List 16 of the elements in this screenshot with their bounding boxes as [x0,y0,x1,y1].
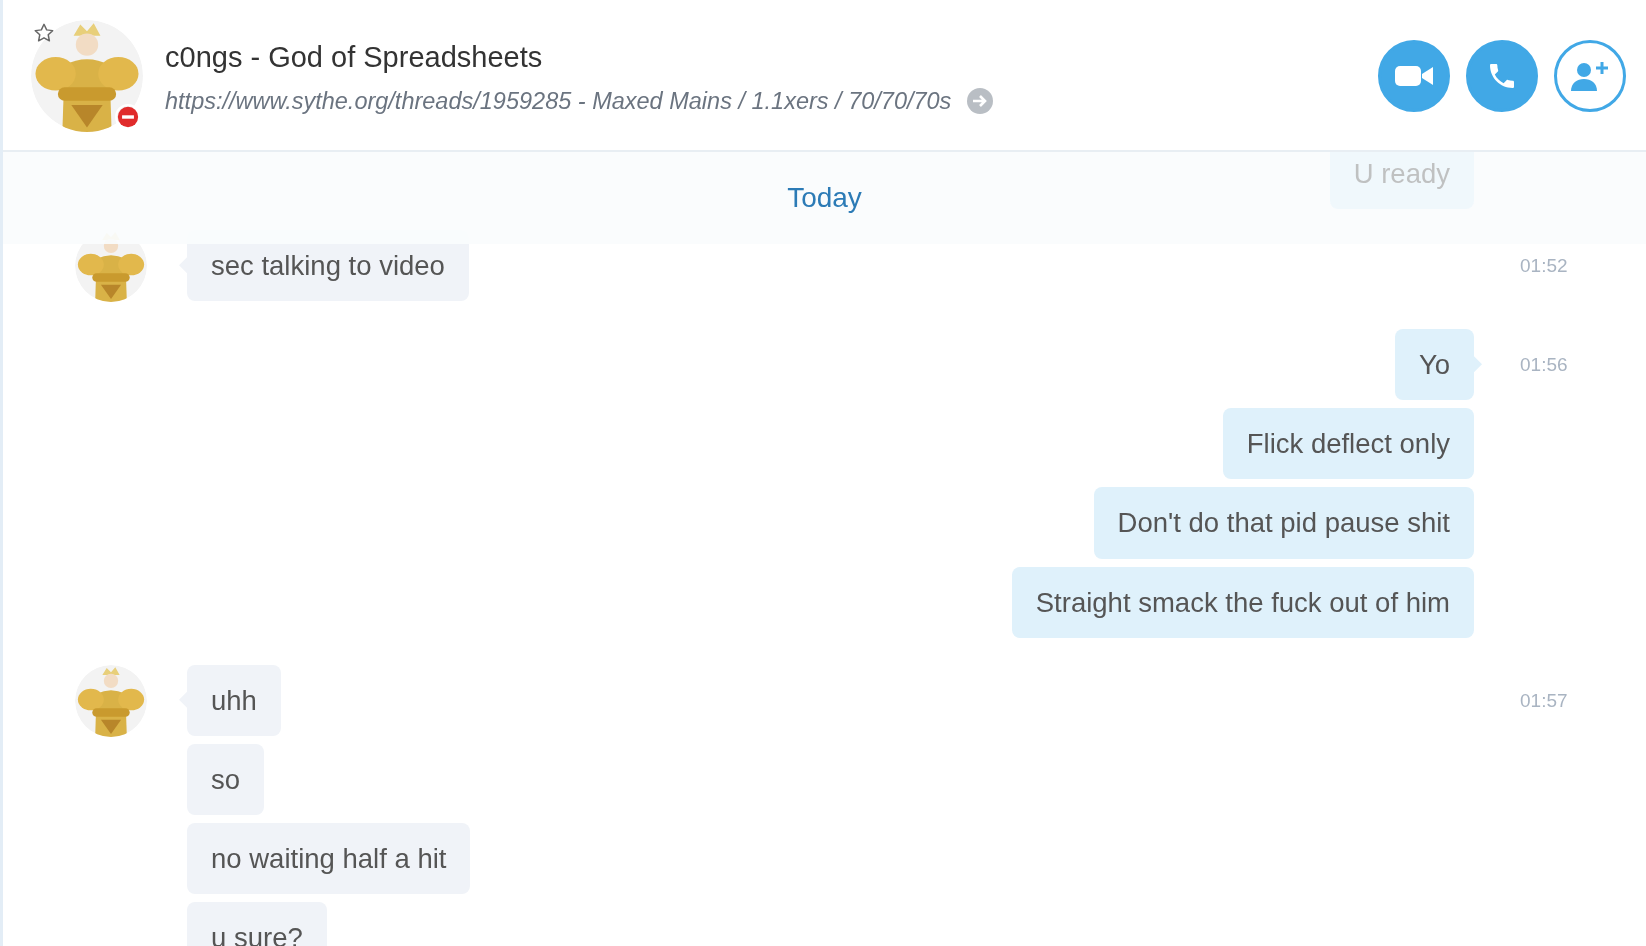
star-icon[interactable] [33,22,55,44]
message-bubble: no waiting half a hit [187,822,471,894]
timestamp: 01:56 [1519,353,1569,378]
add-user-icon [1570,59,1610,93]
message-bubble: uhh [187,664,281,736]
timestamp: 01:57 [1519,688,1569,713]
message-bubble: Don't do that pid pause shit [1093,487,1474,559]
message-bubble: Flick deflect only [1222,408,1474,480]
message-bubble: Yo [1394,329,1474,401]
status-message: https://www.sythe.org/threads/1959285 - Maxed Mains / 1.1xers / 70/70/70s [165,86,952,115]
message-bubble: Straight smack the fuck out of him [1011,566,1474,638]
timestamp: 01:52 [1519,254,1569,279]
message-bubble: so [187,743,265,815]
day-divider: Today [787,181,862,215]
contact-name: c0ngs - God of Spreadsheets [165,40,544,75]
message-bubble: U ready [1329,152,1474,210]
